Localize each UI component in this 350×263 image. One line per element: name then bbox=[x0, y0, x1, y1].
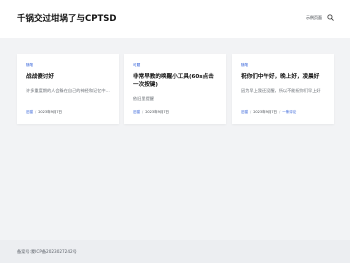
post-card: 随笔 战战傻讨好 许多重度期的人会躲在自己的神经和记忆中… 旧猫/2023年9月… bbox=[17, 54, 119, 124]
post-meta: 旧猫/2023年9月7日 bbox=[26, 110, 63, 114]
post-title[interactable]: 非常早教的唤醒小工具(60s点击一次按键) bbox=[133, 73, 219, 89]
post-date[interactable]: 2023年9月7日 bbox=[253, 110, 277, 114]
post-category[interactable]: 可题 bbox=[133, 63, 140, 68]
post-excerpt: 许多重度期的人会躲在自己的神经和记忆中… bbox=[26, 88, 110, 93]
site-header: 千锅交过坩埚了与CPTSD 示例页面 bbox=[0, 0, 350, 38]
post-title[interactable]: 战战傻讨好 bbox=[26, 73, 112, 81]
post-category[interactable]: 随笔 bbox=[26, 63, 33, 68]
post-card: 可题 非常早教的唤醒小工具(60s点击一次按键) 依旧里提醒 旧猫/2023年9… bbox=[124, 54, 226, 124]
post-meta: 旧猫/2023年9月7日 / 一条评论 bbox=[241, 110, 297, 114]
post-card: 随笔 祝你们中午好，晚上好，凌晨好 因为早上我还没醒，所以不能祝你们早上好 旧猫… bbox=[232, 54, 334, 124]
post-date[interactable]: 2023年9月7日 bbox=[145, 110, 169, 114]
search-icon[interactable] bbox=[327, 14, 334, 21]
post-meta: 旧猫/2023年9月7日 bbox=[133, 110, 170, 114]
post-date[interactable]: 2023年9月7日 bbox=[38, 110, 62, 114]
post-category[interactable]: 随笔 bbox=[241, 63, 248, 68]
icp-record[interactable]: 备案号:蒙ICP备2023027242号 bbox=[17, 249, 77, 255]
post-excerpt: 因为早上我还没醒，所以不能祝你们早上好 bbox=[241, 88, 321, 93]
post-author[interactable]: 旧猫 bbox=[133, 110, 140, 114]
post-author[interactable]: 旧猫 bbox=[26, 110, 33, 114]
site-footer: 备案号:蒙ICP备2023027242号 bbox=[0, 240, 350, 263]
post-author[interactable]: 旧猫 bbox=[241, 110, 248, 114]
post-comment-link[interactable]: 一条评论 bbox=[282, 110, 296, 114]
post-excerpt: 依旧里提醒 bbox=[133, 96, 154, 101]
nav-link-sample-page[interactable]: 示例页面 bbox=[306, 15, 322, 21]
post-title[interactable]: 祝你们中午好，晚上好，凌晨好 bbox=[241, 73, 327, 81]
site-title[interactable]: 千锅交过坩埚了与CPTSD bbox=[17, 12, 116, 24]
